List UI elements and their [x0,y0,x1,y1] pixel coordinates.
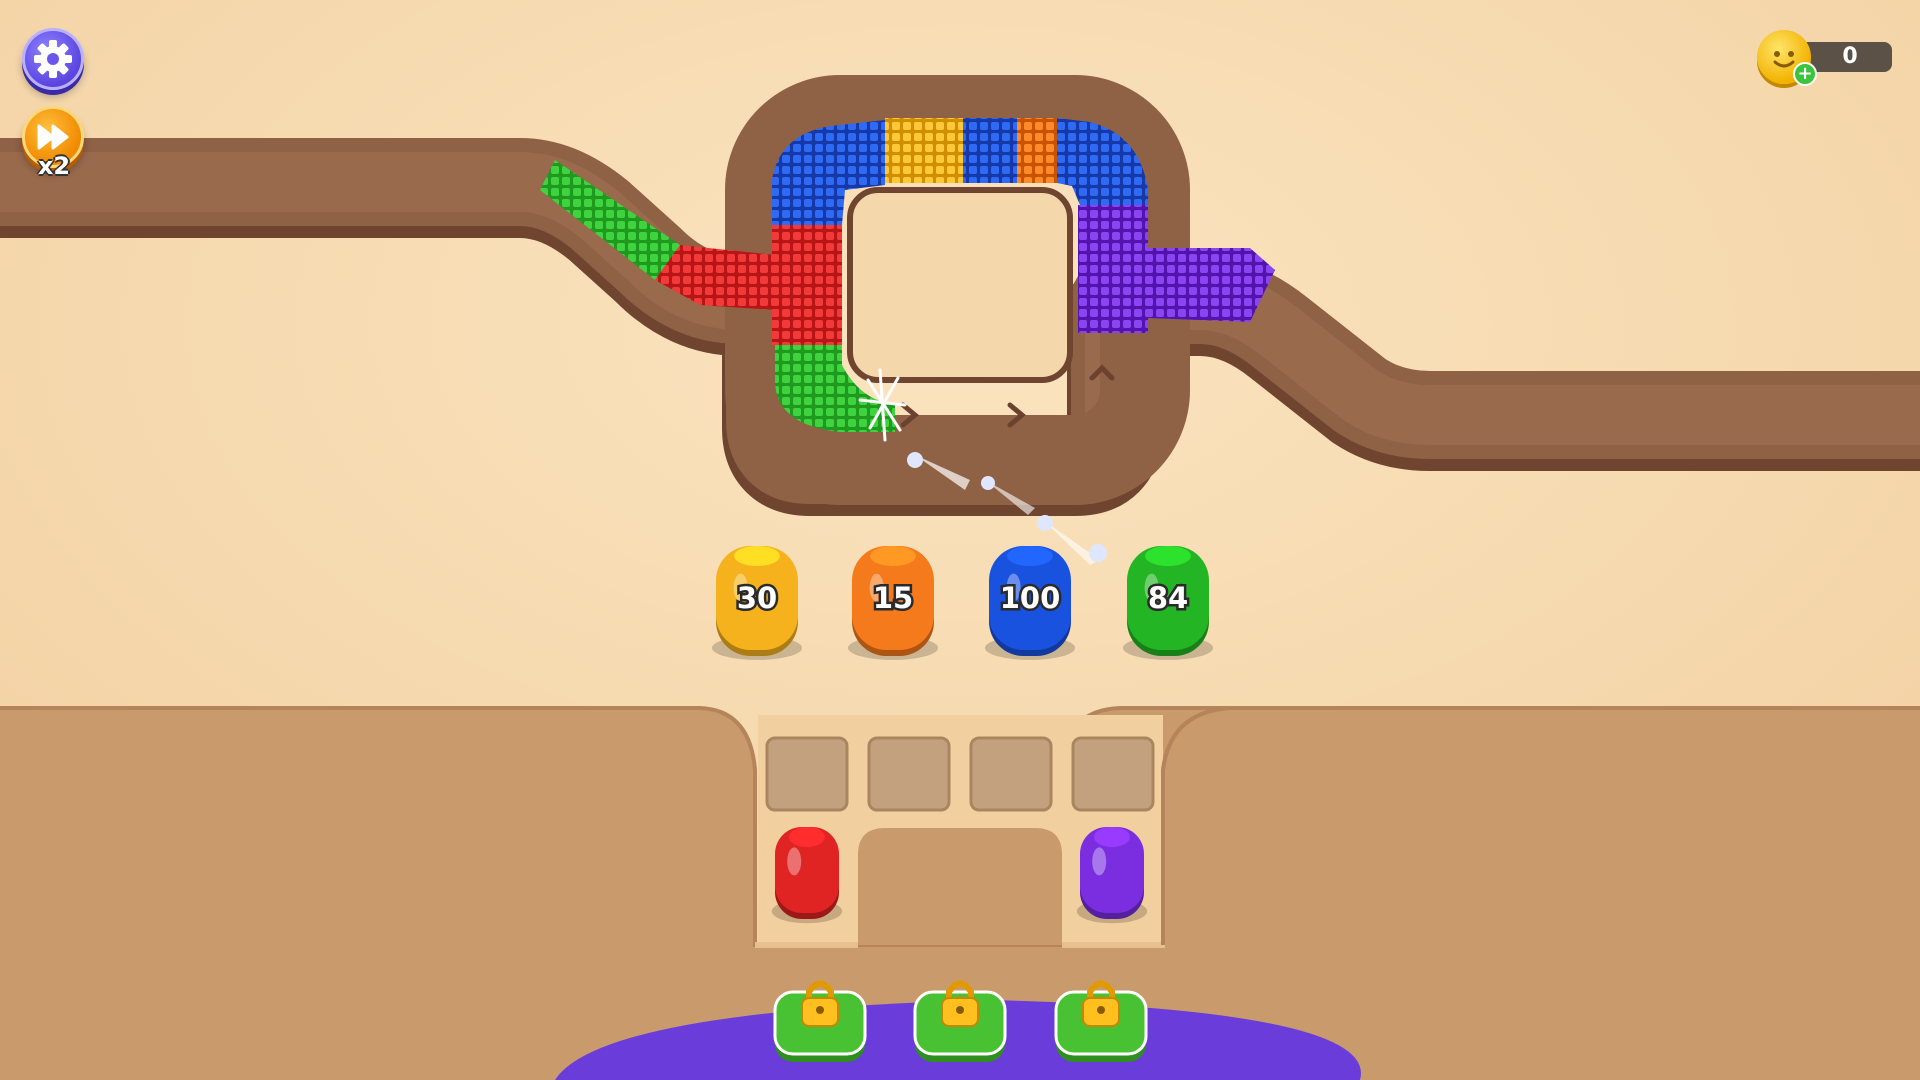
gear-icon [34,40,72,78]
block-segment [1017,118,1057,183]
shooter-count: 30 [737,581,777,615]
add-coins-button[interactable]: + [1793,62,1817,86]
settings-button[interactable] [22,28,84,90]
queued-shooter-1[interactable] [771,827,843,924]
queued-shooter-2[interactable] [1076,827,1148,924]
shooter-1[interactable]: 30 [711,546,803,660]
locked-slot-1[interactable] [773,980,867,1063]
empty-slot[interactable] [1071,736,1155,812]
empty-slot[interactable] [969,736,1053,812]
shooter-count: 84 [1148,581,1188,615]
empty-slot[interactable] [867,736,951,812]
shooter-4[interactable]: 84 [1122,546,1214,660]
shooter-3[interactable]: 100 [984,546,1076,660]
block-segment [772,225,842,345]
shooter-count: 100 [1000,581,1061,615]
coin-count: 0 [1842,44,1858,69]
block-segment [885,118,963,183]
shooter-2[interactable]: 15 [847,546,939,660]
block-segment [1078,205,1148,333]
locked-slot-2[interactable] [913,980,1007,1063]
block-segment [963,118,1017,183]
empty-slot[interactable] [765,736,849,812]
speed-multiplier-label: x2 [37,152,71,180]
shooter-count: 15 [873,581,913,615]
plus-icon: + [1797,63,1813,84]
game-board: 30 15 100 84 [0,0,1920,1080]
locked-slot-3[interactable] [1054,980,1148,1063]
